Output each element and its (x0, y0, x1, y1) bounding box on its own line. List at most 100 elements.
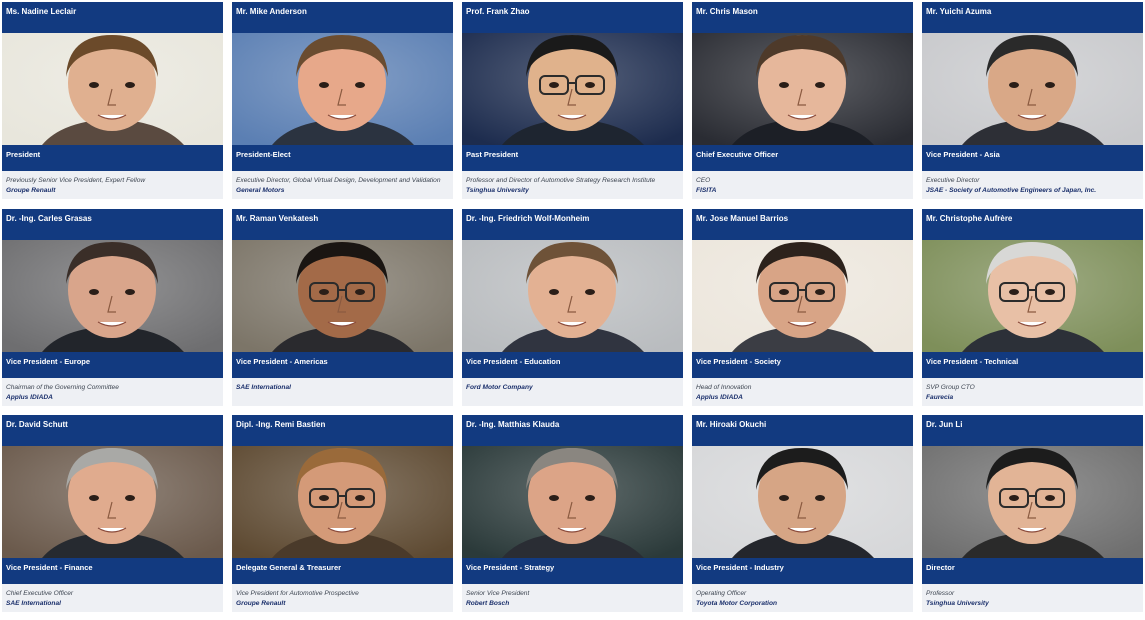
member-card[interactable]: Dr. -Ing. Matthias Klauda Vice President … (462, 415, 683, 612)
member-photo (232, 33, 453, 145)
member-photo (922, 240, 1143, 352)
member-position: Operating Officer (696, 590, 747, 597)
member-card[interactable]: Mr. Jose Manuel Barrios Vice President - … (692, 209, 913, 406)
member-photo (2, 240, 223, 352)
member-info: Chief Executive Officer SAE International (2, 584, 223, 612)
member-photo (232, 240, 453, 352)
member-photo (922, 33, 1143, 145)
member-role: Vice President - Europe (2, 352, 223, 378)
member-name: Mr. Mike Anderson (232, 2, 453, 33)
member-position: CEO (696, 177, 711, 184)
member-role: Vice President - Asia (922, 145, 1143, 171)
member-organization: Applus IDIADA (6, 394, 53, 401)
member-position: Senior Vice President (466, 590, 530, 597)
member-photo (462, 33, 683, 145)
member-name: Mr. Yuichi Azuma (922, 2, 1143, 33)
member-info: Senior Vice President Robert Bosch (462, 584, 683, 612)
member-position: Chief Executive Officer (6, 590, 74, 597)
member-card[interactable]: Mr. Hiroaki Okuchi Vice President - Indus… (692, 415, 913, 612)
member-position: Professor and Director of Automotive Str… (466, 177, 656, 184)
member-position: Professor (926, 590, 955, 597)
member-card[interactable]: Dr. David Schutt Vice President - Finance… (2, 415, 223, 612)
member-info: SAE International (232, 378, 453, 406)
member-card[interactable]: Mr. Chris Mason Chief Executive Officer CE… (692, 2, 913, 199)
member-role: President (2, 145, 223, 171)
member-role: Vice President - Industry (692, 558, 913, 584)
member-name: Mr. Raman Venkatesh (232, 209, 453, 240)
member-organization: SAE International (6, 600, 61, 607)
member-role: Vice President - Education (462, 352, 683, 378)
member-role: Vice President - Strategy (462, 558, 683, 584)
member-position: Vice President for Automotive Prospectiv… (236, 590, 359, 597)
member-info: Executive Director, Global Virtual Desig… (232, 171, 453, 199)
member-role: Director (922, 558, 1143, 584)
member-name: Ms. Nadine Leclair (2, 2, 223, 33)
member-position: Previously Senior Vice President, Expert… (6, 177, 146, 184)
member-card[interactable]: Mr. Raman Venkatesh Vice President - Amer… (232, 209, 453, 406)
member-organization: SAE International (236, 384, 291, 391)
member-role: Vice President - Society (692, 352, 913, 378)
member-card[interactable]: Mr. Yuichi Azuma Vice President - Asia Exe… (922, 2, 1143, 199)
member-organization: Groupe Renault (236, 600, 286, 607)
member-name: Dr. -Ing. Friedrich Wolf-Monheim (462, 209, 683, 240)
member-info: CEO FISITA (692, 171, 913, 199)
member-name: Dr. Jun Li (922, 415, 1143, 446)
member-position: Head of Innovation (696, 384, 752, 391)
member-info: Chairman of the Governing Committee Applu… (2, 378, 223, 406)
member-photo (462, 446, 683, 558)
member-organization: Toyota Motor Corporation (696, 600, 778, 607)
member-card[interactable]: Dr. -Ing. Carles Grasas Vice President - … (2, 209, 223, 406)
member-name: Mr. Christophe Aufrère (922, 209, 1143, 240)
member-info: Vice President for Automotive Prospectiv… (232, 584, 453, 612)
member-info: Head of Innovation Applus IDIADA (692, 378, 913, 406)
member-info: Ford Motor Company (462, 378, 683, 406)
member-role: Vice President - Americas (232, 352, 453, 378)
member-name: Mr. Hiroaki Okuchi (692, 415, 913, 446)
member-organization: Tsinghua University (926, 600, 989, 607)
member-position: Executive Director (926, 177, 980, 184)
member-info: SVP Group CTO Faurecia (922, 378, 1143, 406)
member-name: Dr. -Ing. Carles Grasas (2, 209, 223, 240)
member-organization: Ford Motor Company (466, 384, 533, 391)
member-info: Previously Senior Vice President, Expert… (2, 171, 223, 199)
member-info: Operating Officer Toyota Motor Corporatio… (692, 584, 913, 612)
member-photo (922, 446, 1143, 558)
member-photo (232, 446, 453, 558)
member-card[interactable]: Dr. -Ing. Friedrich Wolf-Monheim Vice Pre… (462, 209, 683, 406)
member-organization: General Motors (236, 187, 285, 194)
member-info: Professor and Director of Automotive Str… (462, 171, 683, 199)
member-organization: Groupe Renault (6, 187, 56, 194)
member-name: Dr. David Schutt (2, 415, 223, 446)
member-position: SVP Group CTO (926, 384, 975, 391)
member-info: Executive Director JSAE - Society of Auto… (922, 171, 1143, 199)
member-card[interactable]: Ms. Nadine Leclair President Previously Se… (2, 2, 223, 199)
member-photo (2, 446, 223, 558)
member-card[interactable]: Dipl. -Ing. Remi Bastien Delegate General… (232, 415, 453, 612)
member-role: Delegate General & Treasurer (232, 558, 453, 584)
member-organization: Tsinghua University (466, 187, 529, 194)
member-photo (692, 446, 913, 558)
member-role: President-Elect (232, 145, 453, 171)
member-organization: FISITA (696, 187, 717, 194)
member-card[interactable]: Mr. Christophe Aufrère Vice President - T… (922, 209, 1143, 406)
member-organization: Applus IDIADA (696, 394, 743, 401)
member-card[interactable]: Mr. Mike Anderson President-Elect Executiv… (232, 2, 453, 199)
member-card[interactable]: Prof. Frank Zhao Past President Professor … (462, 2, 683, 199)
member-organization: Robert Bosch (466, 600, 510, 607)
member-info: Professor Tsinghua University (922, 584, 1143, 612)
member-name: Dipl. -Ing. Remi Bastien (232, 415, 453, 446)
member-photo (2, 33, 223, 145)
member-role: Past President (462, 145, 683, 171)
member-position: Chairman of the Governing Committee (6, 384, 119, 391)
member-photo (692, 240, 913, 352)
member-name: Prof. Frank Zhao (462, 2, 683, 33)
member-position: Executive Director, Global Virtual Desig… (236, 177, 441, 184)
member-role: Vice President - Finance (2, 558, 223, 584)
member-organization: Faurecia (926, 394, 954, 401)
member-name: Mr. Chris Mason (692, 2, 913, 33)
member-photo (462, 240, 683, 352)
member-card[interactable]: Dr. Jun Li Director Professor Tsinghua Univ… (922, 415, 1143, 612)
member-name: Dr. -Ing. Matthias Klauda (462, 415, 683, 446)
leadership-grid: Ms. Nadine Leclair President Previously Se… (0, 0, 1145, 620)
member-role: Vice President - Technical (922, 352, 1143, 378)
